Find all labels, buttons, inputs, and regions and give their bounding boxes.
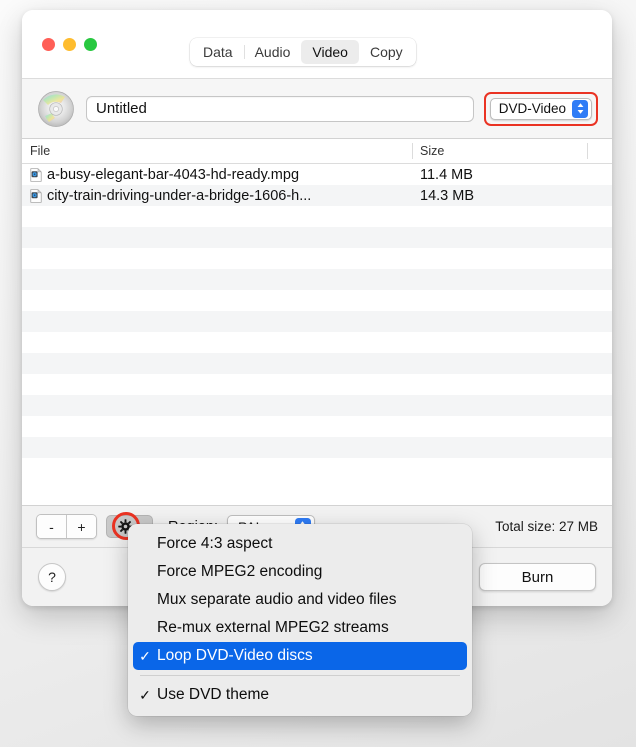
menu-item-label: Force 4:3 aspect xyxy=(157,535,273,552)
menu-item-label: Force MPEG2 encoding xyxy=(157,563,323,580)
traffic-lights xyxy=(42,38,97,51)
menu-separator xyxy=(140,675,460,676)
column-header-extra[interactable] xyxy=(587,139,612,163)
tab-video[interactable]: Video xyxy=(301,40,359,64)
movie-file-icon xyxy=(30,188,42,203)
table-row-empty[interactable] xyxy=(22,290,612,311)
table-row-empty[interactable] xyxy=(22,395,612,416)
format-popup-highlight: DVD-Video xyxy=(483,91,598,126)
checkmark-icon: ✓ xyxy=(139,687,151,703)
menu-item[interactable]: Force 4:3 aspect xyxy=(133,530,467,558)
close-button[interactable] xyxy=(42,38,55,51)
table-row[interactable]: city-train-driving-under-a-bridge-1606-h… xyxy=(22,185,612,206)
checkmark-icon: ✓ xyxy=(139,648,151,664)
cd-disc-icon xyxy=(38,90,74,127)
disc-format-popup[interactable]: DVD-Video xyxy=(489,97,592,120)
table-row[interactable]: a-busy-elegant-bar-4043-hd-ready.mpg 11.4… xyxy=(22,164,612,185)
table-row-empty[interactable] xyxy=(22,437,612,458)
tab-audio[interactable]: Audio xyxy=(243,40,302,64)
cell-file: city-train-driving-under-a-bridge-1606-h… xyxy=(22,188,412,204)
file-name: a-busy-elegant-bar-4043-hd-ready.mpg xyxy=(47,166,300,183)
cell-size: 11.4 MB xyxy=(420,166,473,183)
table-row-empty[interactable] xyxy=(22,332,612,353)
add-remove-group: - + xyxy=(36,514,97,539)
menu-item[interactable]: ✓ Loop DVD-Video discs xyxy=(133,642,467,670)
table-row-empty[interactable] xyxy=(22,269,612,290)
disc-format-value: DVD-Video xyxy=(498,101,566,116)
file-table: File Size a-busy-elegant-bar-4043-hd-rea… xyxy=(22,139,612,506)
column-header-file[interactable]: File xyxy=(22,139,412,163)
table-row-empty[interactable] xyxy=(22,311,612,332)
remove-file-button[interactable]: - xyxy=(37,515,66,538)
menu-item[interactable]: ✓ Use DVD theme xyxy=(133,681,467,709)
table-row-empty[interactable] xyxy=(22,416,612,437)
menu-item[interactable]: Force MPEG2 encoding xyxy=(133,558,467,586)
table-row-empty[interactable] xyxy=(22,248,612,269)
app-window: Data Audio Video Copy Untitled DVD-Video… xyxy=(22,10,612,606)
options-popup-menu[interactable]: Force 4:3 aspect Force MPEG2 encoding Mux … xyxy=(128,524,472,716)
burn-button[interactable]: Burn xyxy=(479,563,596,591)
disc-title-input[interactable]: Untitled xyxy=(86,95,474,122)
minimize-button[interactable] xyxy=(63,38,76,51)
chevron-up-down-icon xyxy=(572,99,588,118)
add-file-button[interactable]: + xyxy=(66,515,96,538)
zoom-button[interactable] xyxy=(84,38,97,51)
table-row-empty[interactable] xyxy=(22,227,612,248)
tab-data[interactable]: Data xyxy=(192,40,244,64)
mode-tabs: Data Audio Video Copy xyxy=(190,38,416,66)
table-header: File Size xyxy=(22,139,612,164)
table-body[interactable]: a-busy-elegant-bar-4043-hd-ready.mpg 11.4… xyxy=(22,164,612,505)
table-row-empty[interactable] xyxy=(22,374,612,395)
menu-item-label: Mux separate audio and video files xyxy=(157,591,397,608)
table-row-empty[interactable] xyxy=(22,206,612,227)
file-name: city-train-driving-under-a-bridge-1606-h… xyxy=(47,187,312,204)
cell-file: a-busy-elegant-bar-4043-hd-ready.mpg xyxy=(22,167,412,183)
cell-size: 14.3 MB xyxy=(420,187,474,204)
menu-item[interactable]: Re-mux external MPEG2 streams xyxy=(133,614,467,642)
menu-item-label: Loop DVD-Video discs xyxy=(157,647,313,664)
menu-item-label: Use DVD theme xyxy=(157,686,269,703)
column-header-size[interactable]: Size xyxy=(412,139,587,163)
tab-copy[interactable]: Copy xyxy=(359,40,414,64)
total-size-label: Total size: 27 MB xyxy=(495,519,598,534)
movie-file-icon xyxy=(30,167,42,182)
help-button[interactable]: ? xyxy=(38,563,66,591)
menu-item[interactable]: Mux separate audio and video files xyxy=(133,586,467,614)
window-titlebar: Data Audio Video Copy xyxy=(22,10,612,79)
disc-name-row: Untitled DVD-Video xyxy=(22,79,612,139)
table-row-empty[interactable] xyxy=(22,353,612,374)
menu-item-label: Re-mux external MPEG2 streams xyxy=(157,619,389,636)
